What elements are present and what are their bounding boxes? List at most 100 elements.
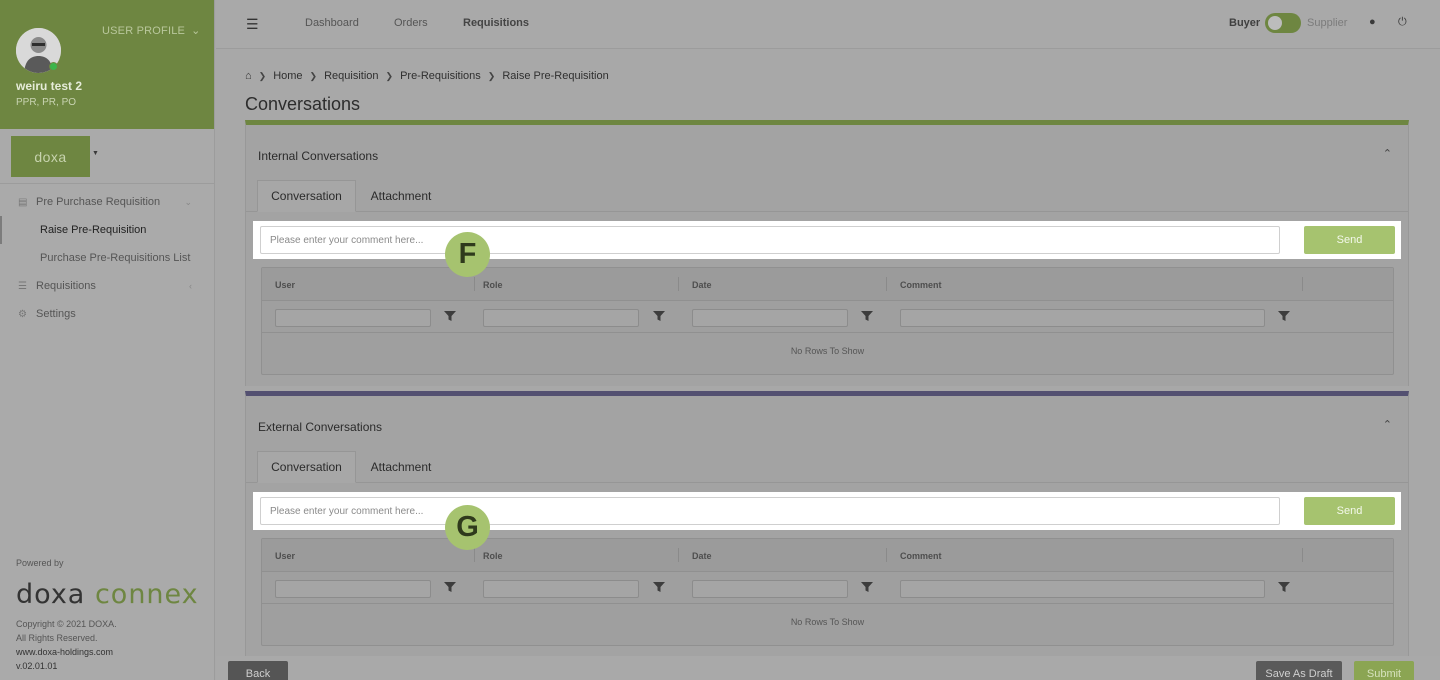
filter-icon[interactable]: [444, 581, 456, 593]
comment-input[interactable]: [260, 226, 1280, 254]
comment-bar: Send: [253, 492, 1401, 530]
filter-icon[interactable]: [653, 310, 665, 322]
filter-icon[interactable]: [861, 310, 873, 322]
internal-conversations-card: Internal Conversations ⌃ Conversation At…: [245, 120, 1409, 386]
breadcrumb: ⌂ ❯ Home ❯ Requisition ❯ Pre-Requisition…: [245, 70, 609, 82]
chevron-up-icon[interactable]: ⌃: [1383, 418, 1392, 431]
column-separator[interactable]: [678, 548, 679, 562]
chevron-right-icon: ❯: [258, 70, 267, 81]
user-name: weiru test 2: [16, 79, 83, 93]
filter-input-date[interactable]: [692, 309, 848, 327]
globe-icon[interactable]: ●: [1369, 16, 1376, 28]
nav-link-dashboard[interactable]: Dashboard: [305, 17, 359, 29]
chevron-up-icon[interactable]: ⌃: [1383, 147, 1392, 160]
column-separator[interactable]: [474, 548, 475, 562]
filter-input-role[interactable]: [483, 580, 639, 598]
user-profile-dropdown[interactable]: USER PROFILE ⌄: [102, 24, 201, 38]
column-header-role[interactable]: Role: [483, 280, 503, 290]
company-selector[interactable]: doxa ▼: [0, 129, 214, 184]
column-header-user[interactable]: User: [275, 280, 295, 290]
powered-by-label: Powered by: [16, 558, 64, 568]
filter-input-user[interactable]: [275, 309, 431, 327]
column-header-comment[interactable]: Comment: [900, 280, 942, 290]
chevron-down-icon: ⌄: [191, 25, 201, 37]
filter-input-date[interactable]: [692, 580, 848, 598]
role-supplier-label: Supplier: [1307, 17, 1348, 29]
toggle-knob: [1268, 16, 1282, 30]
column-separator[interactable]: [678, 277, 679, 291]
filter-icon[interactable]: [1278, 581, 1290, 593]
chevron-right-icon: ❯: [309, 70, 318, 81]
filter-row: [262, 572, 1393, 604]
back-button[interactable]: Back: [228, 661, 288, 680]
breadcrumb-current: Raise Pre-Requisition: [502, 70, 609, 82]
comment-input[interactable]: [260, 497, 1280, 525]
send-button[interactable]: Send: [1304, 497, 1395, 525]
column-separator[interactable]: [1302, 277, 1303, 291]
list-icon: ☰: [18, 280, 27, 292]
buyer-supplier-toggle[interactable]: [1265, 13, 1301, 33]
column-header-user[interactable]: User: [275, 551, 295, 561]
user-roles: PPR, PR, PO: [16, 97, 77, 108]
filter-icon[interactable]: [1278, 310, 1290, 322]
chevron-down-icon: ⌄: [184, 196, 192, 207]
sidebar-subitem-raise-pre-requisition[interactable]: Raise Pre-Requisition: [0, 216, 214, 244]
home-icon[interactable]: ⌂: [245, 70, 252, 82]
breadcrumb-home[interactable]: Home: [273, 70, 302, 82]
external-conversations-card: External Conversations ⌃ Conversation At…: [245, 391, 1409, 656]
nav-link-orders[interactable]: Orders: [394, 17, 428, 29]
tab-attachment[interactable]: Attachment: [356, 451, 446, 483]
nav-link-requisitions[interactable]: Requisitions: [463, 17, 529, 29]
empty-state-text: No Rows To Show: [790, 346, 865, 356]
filter-input-user[interactable]: [275, 580, 431, 598]
hamburger-menu-icon[interactable]: ☰: [246, 16, 259, 33]
column-separator[interactable]: [886, 548, 887, 562]
power-icon[interactable]: ⏻: [1398, 16, 1407, 29]
website-link[interactable]: www.doxa-holdings.com: [16, 647, 113, 657]
gear-icon: ⚙: [18, 308, 27, 320]
column-separator[interactable]: [1302, 548, 1303, 562]
breadcrumb-pre-requisitions[interactable]: Pre-Requisitions: [400, 70, 481, 82]
filter-icon[interactable]: [444, 310, 456, 322]
bottom-action-bar: Back Save As Draft Submit: [216, 656, 1440, 680]
tab-conversation[interactable]: Conversation: [257, 451, 356, 483]
filter-row: [262, 301, 1393, 333]
calendar-icon: ▤: [18, 196, 28, 208]
top-bar: ☰ Dashboard Orders Requisitions Buyer Su…: [216, 0, 1440, 49]
caret-down-icon[interactable]: ▼: [92, 150, 99, 157]
user-profile-panel: USER PROFILE ⌄ weiru test 2 PPR, PR, PO: [0, 0, 214, 129]
filter-input-comment[interactable]: [900, 309, 1265, 327]
sidebar-subitem-purchase-list[interactable]: Purchase Pre-Requisitions List: [0, 244, 214, 272]
user-profile-label: USER PROFILE: [102, 24, 186, 37]
column-header-role[interactable]: Role: [483, 551, 503, 561]
version-text: v.02.01.01: [16, 661, 58, 671]
chevron-right-icon: ❯: [385, 70, 394, 81]
sidebar-item-pre-purchase-requisition[interactable]: ▤ Pre Purchase Requisition ⌄: [0, 188, 214, 216]
filter-icon[interactable]: [861, 581, 873, 593]
conversation-grid: User Role Date Comment No Rows To Show: [261, 538, 1394, 646]
page-title: Conversations: [245, 94, 361, 114]
rights-text: All Rights Reserved.: [16, 633, 98, 643]
brand-part-2: connex: [94, 579, 199, 610]
sidebar-item-requisitions[interactable]: ☰ Requisitions ‹: [0, 272, 214, 300]
column-header-date[interactable]: Date: [692, 280, 712, 290]
column-separator[interactable]: [474, 277, 475, 291]
submit-button[interactable]: Submit: [1354, 661, 1414, 680]
chevron-left-icon: ‹: [189, 281, 192, 291]
send-button[interactable]: Send: [1304, 226, 1395, 254]
column-header-date[interactable]: Date: [692, 551, 712, 561]
sidebar-item-settings[interactable]: ⚙ Settings: [0, 300, 214, 328]
brand-logo: doxa connex: [16, 579, 199, 610]
sidebar: USER PROFILE ⌄ weiru test 2 PPR, PR, PO …: [0, 0, 215, 680]
filter-input-comment[interactable]: [900, 580, 1265, 598]
comment-bar: Send: [253, 221, 1401, 259]
breadcrumb-requisition[interactable]: Requisition: [324, 70, 378, 82]
column-separator[interactable]: [886, 277, 887, 291]
filter-input-role[interactable]: [483, 309, 639, 327]
tab-attachment[interactable]: Attachment: [356, 180, 446, 212]
tab-conversation[interactable]: Conversation: [257, 180, 356, 212]
filter-icon[interactable]: [653, 581, 665, 593]
column-header-comment[interactable]: Comment: [900, 551, 942, 561]
card-title: External Conversations: [258, 420, 383, 434]
save-as-draft-button[interactable]: Save As Draft: [1256, 661, 1342, 680]
